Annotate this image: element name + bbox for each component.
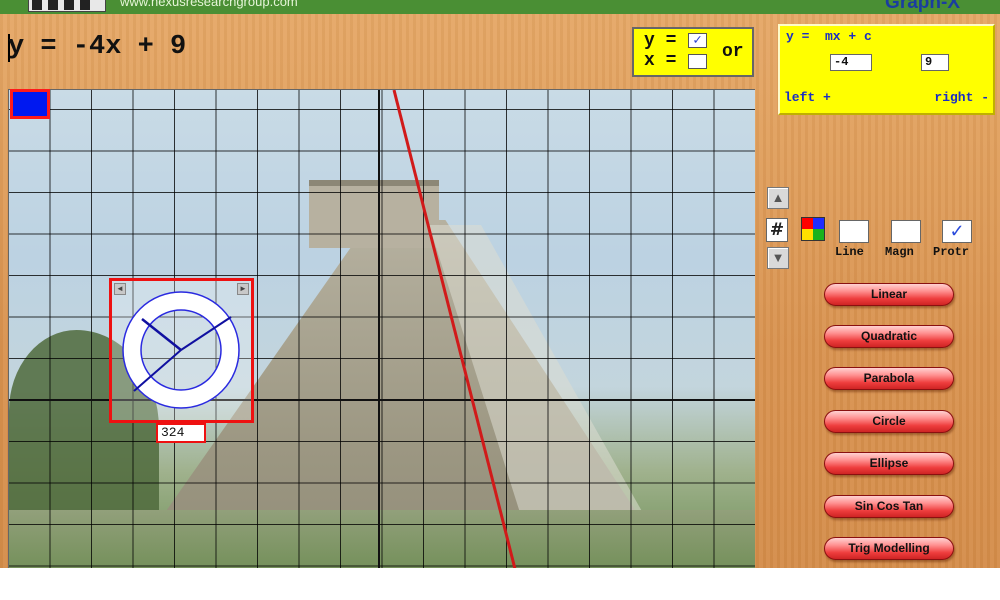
line-tool-label: Line [835, 245, 864, 259]
site-url[interactable]: www.nexusresearchgroup.com [120, 0, 298, 9]
magnifier-tool-checkbox[interactable] [891, 220, 921, 243]
magnifier-tool-label: Magn [885, 245, 914, 259]
logo [28, 0, 106, 12]
circle-button[interactable]: Circle [824, 410, 954, 433]
or-label: or [722, 42, 744, 62]
equation-display: y = -4x + 9 [8, 32, 187, 62]
line-formula-title: y = mx + c [786, 29, 872, 44]
gradient-m-input[interactable]: -4 [830, 54, 872, 71]
protractor-tool[interactable]: ◄ ► [109, 278, 254, 423]
x-form-checkbox[interactable] [688, 54, 707, 69]
graph-x-app: www.nexusresearchgroup.com Graph-X y = -… [0, 0, 1000, 568]
line-parameters-panel: y = mx + c -4 9 left + right - [778, 24, 995, 115]
scroll-up-button[interactable]: ▲ [767, 187, 789, 209]
quadratic-button[interactable]: Quadratic [824, 325, 954, 348]
linear-button[interactable]: Linear [824, 283, 954, 306]
equation-form-selector: y = ✓ x = or [632, 27, 754, 77]
protractor-tool-label: Protr [933, 245, 970, 259]
left-plus-control[interactable]: left + [784, 90, 831, 105]
line-color-swatch[interactable] [10, 89, 50, 119]
x-equals-label: x = [644, 51, 677, 71]
y-equals-label: y = [644, 31, 677, 51]
color-picker-icon[interactable] [801, 217, 825, 241]
protractor-dial-icon [122, 291, 240, 409]
parabola-button[interactable]: Parabola [824, 367, 954, 390]
grid-toggle-icon[interactable]: # [766, 218, 788, 242]
right-minus-control[interactable]: right - [934, 90, 989, 105]
app-brand: Graph-X [885, 0, 960, 13]
intercept-c-input[interactable]: 9 [921, 54, 949, 71]
trig-modelling-button[interactable]: Trig Modelling [824, 537, 954, 560]
top-banner: www.nexusresearchgroup.com Graph-X [0, 0, 1000, 14]
ellipse-button[interactable]: Ellipse [824, 452, 954, 475]
angle-readout: 324 [156, 423, 206, 443]
scroll-down-button[interactable]: ▼ [767, 247, 789, 269]
protractor-tool-checkbox[interactable]: ✓ [942, 220, 972, 243]
sin-cos-tan-button[interactable]: Sin Cos Tan [824, 495, 954, 518]
y-form-checkbox[interactable]: ✓ [688, 33, 707, 48]
line-tool-checkbox[interactable] [839, 220, 869, 243]
